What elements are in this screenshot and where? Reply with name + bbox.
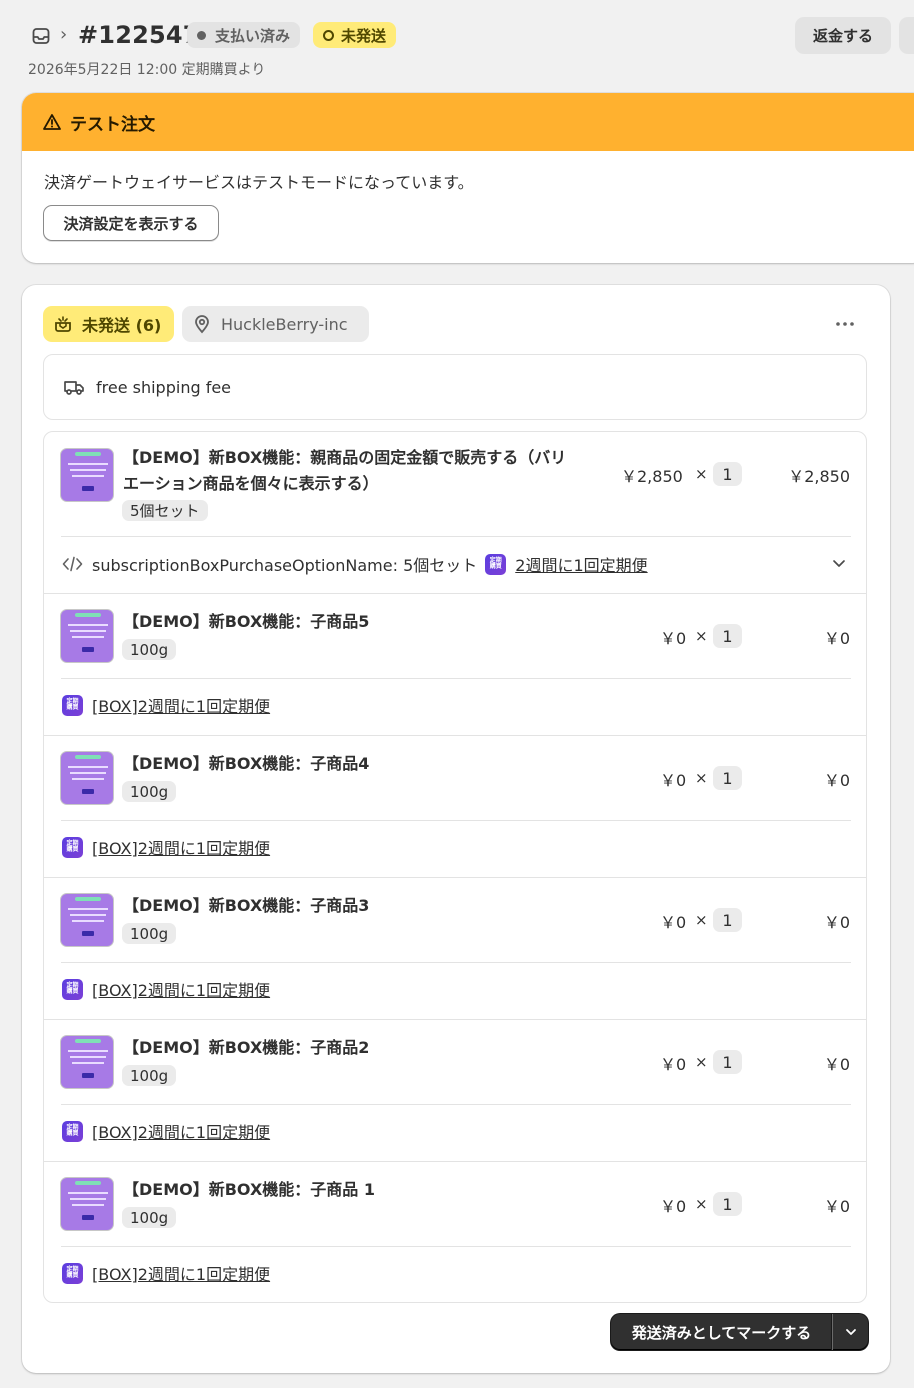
subscription-plan-link[interactable]: [BOX]2週間に1回定期便 — [92, 1261, 270, 1285]
line-total: ￥0 — [823, 1197, 850, 1216]
product-thumbnail[interactable] — [60, 448, 114, 502]
subscription-app-icon: 定期 購買 — [62, 1262, 83, 1284]
variant-badge: 100g — [122, 923, 177, 944]
unit-price: ￥0 — [660, 1197, 687, 1216]
shipping-method-box: free shipping fee — [43, 354, 867, 420]
multiply-sign: × — [695, 769, 708, 787]
unit-price: ￥0 — [660, 629, 687, 648]
payment-status-badge: 支払い済み — [187, 22, 301, 48]
more-actions-button[interactable] — [899, 17, 914, 54]
multiply-sign: × — [695, 465, 708, 483]
shipping-method-name: free shipping fee — [96, 377, 232, 397]
variant-badge: 5個セット — [122, 500, 208, 521]
line-total: ￥0 — [823, 771, 850, 790]
fulfillment-status-badge: 未発送 — [313, 22, 397, 48]
parent-product-name-line1[interactable]: 【DEMO】新BOX機能：親商品の固定金額で販売する（バリ — [123, 445, 566, 471]
subscription-app-icon: 定期 購買 — [62, 978, 83, 1000]
line-items: 【DEMO】新BOX機能：親商品の固定金額で販売する（バリ エーション商品を個々… — [43, 431, 867, 1303]
fulfill-button-group: 発送済みとしてマークする — [611, 1314, 868, 1350]
unfulfilled-status-pill: 未発送 (6) — [43, 306, 174, 342]
code-icon — [62, 556, 83, 572]
unfulfilled-box-icon — [55, 316, 71, 332]
product-thumbnail[interactable] — [60, 893, 114, 947]
location-pin-icon — [195, 315, 209, 334]
orders-inbox-icon[interactable] — [30, 25, 52, 47]
banner-title: テスト注文 — [70, 114, 155, 135]
unit-price: ￥0 — [660, 771, 687, 790]
subscription-plan-link[interactable]: 2週間に1回定期便 — [515, 552, 647, 576]
fulfillment-more-icon[interactable] — [832, 313, 858, 335]
banner-header: テスト注文 — [22, 93, 914, 151]
variant-badge: 100g — [122, 639, 177, 660]
child-plan-row: 定期 購買 [BOX]2週間に1回定期便 — [62, 1262, 270, 1284]
multiply-sign: × — [695, 1053, 708, 1071]
status-dot-icon — [197, 30, 206, 40]
multiply-sign: × — [695, 1195, 708, 1213]
child-plan-row: 定期 購買 [BOX]2週間に1回定期便 — [62, 836, 270, 858]
product-thumbnail[interactable] — [60, 1035, 114, 1089]
child-product-name[interactable]: 【DEMO】新BOX機能：子商品3 — [123, 893, 369, 919]
fulfillment-card: 未発送 (6) HuckleBerry-inc free shipping fe… — [22, 285, 890, 1373]
subscription-plan-link[interactable]: [BOX]2週間に1回定期便 — [92, 835, 270, 859]
subscription-app-icon: 定期 購買 — [62, 1120, 83, 1142]
fulfill-options-dropdown[interactable] — [832, 1314, 868, 1350]
line-total: ￥0 — [823, 629, 850, 648]
parent-product-name-line2[interactable]: エーション商品を個々に表示する） — [123, 471, 379, 497]
order-date-source: 2026年5月22日 12:00 定期購買より — [28, 62, 266, 78]
quantity-badge: 1 — [713, 1050, 742, 1074]
order-number: #122547 — [78, 21, 200, 49]
chevron-down-icon — [845, 1329, 856, 1335]
mark-as-fulfilled-button[interactable]: 発送済みとしてマークする — [611, 1314, 832, 1350]
unit-price: ￥2,850 — [621, 467, 683, 486]
quantity-badge: 1 — [713, 908, 742, 932]
subscription-plan-link[interactable]: [BOX]2週間に1回定期便 — [92, 693, 270, 717]
breadcrumb-chevron-icon: › — [60, 24, 68, 45]
subscription-app-icon: 定期 購買 — [62, 836, 83, 858]
quantity-badge: 1 — [713, 766, 742, 790]
variant-badge: 100g — [122, 781, 177, 802]
subscription-app-icon: 定期 購買 — [62, 694, 83, 716]
child-product-name[interactable]: 【DEMO】新BOX機能：子商品2 — [123, 1035, 369, 1061]
attribute-text: subscriptionBoxPurchaseOptionName: 5個セット — [92, 556, 478, 575]
child-plan-row: 定期 購買 [BOX]2週間に1回定期便 — [62, 694, 270, 716]
child-plan-row: 定期 購買 [BOX]2週間に1回定期便 — [62, 978, 270, 1000]
line-total: ￥0 — [823, 1055, 850, 1074]
fulfillment-location-pill: HuckleBerry-inc — [182, 306, 369, 342]
variant-badge: 100g — [122, 1065, 177, 1086]
quantity-badge: 1 — [713, 624, 742, 648]
unit-price: ￥0 — [660, 1055, 687, 1074]
variant-badge: 100g — [122, 1207, 177, 1228]
product-thumbnail[interactable] — [60, 751, 114, 805]
parent-attribute-row: subscriptionBoxPurchaseOptionName: 5個セット… — [62, 552, 848, 576]
refund-button[interactable]: 返金する — [795, 17, 891, 54]
subscription-app-icon: 定期 購買 — [485, 553, 507, 575]
child-product-name[interactable]: 【DEMO】新BOX機能：子商品4 — [123, 751, 369, 777]
line-total: ￥2,850 — [788, 467, 850, 486]
subscription-plan-link[interactable]: [BOX]2週間に1回定期便 — [92, 1119, 270, 1143]
unit-price: ￥0 — [660, 913, 687, 932]
child-product-name[interactable]: 【DEMO】新BOX機能：子商品 1 — [123, 1177, 375, 1203]
chevron-down-icon[interactable] — [830, 554, 848, 572]
subscription-plan-link[interactable]: [BOX]2週間に1回定期便 — [92, 977, 270, 1001]
multiply-sign: × — [695, 627, 708, 645]
line-total: ￥0 — [823, 913, 850, 932]
warning-icon — [42, 112, 62, 132]
child-product-name[interactable]: 【DEMO】新BOX機能：子商品5 — [123, 609, 369, 635]
quantity-badge: 1 — [713, 1192, 742, 1216]
banner-message: 決済ゲートウェイサービスはテストモードになっています。 — [44, 173, 474, 192]
product-thumbnail[interactable] — [60, 609, 114, 663]
quantity-badge: 1 — [713, 462, 742, 486]
child-plan-row: 定期 購買 [BOX]2週間に1回定期便 — [62, 1120, 270, 1142]
status-ring-icon — [323, 29, 334, 41]
product-thumbnail[interactable] — [60, 1177, 114, 1231]
view-payment-settings-button[interactable]: 決済設定を表示する — [43, 205, 219, 241]
test-order-banner: テスト注文 決済ゲートウェイサービスはテストモードになっています。 決済設定を表… — [22, 93, 914, 263]
multiply-sign: × — [695, 911, 708, 929]
truck-icon — [64, 381, 84, 395]
